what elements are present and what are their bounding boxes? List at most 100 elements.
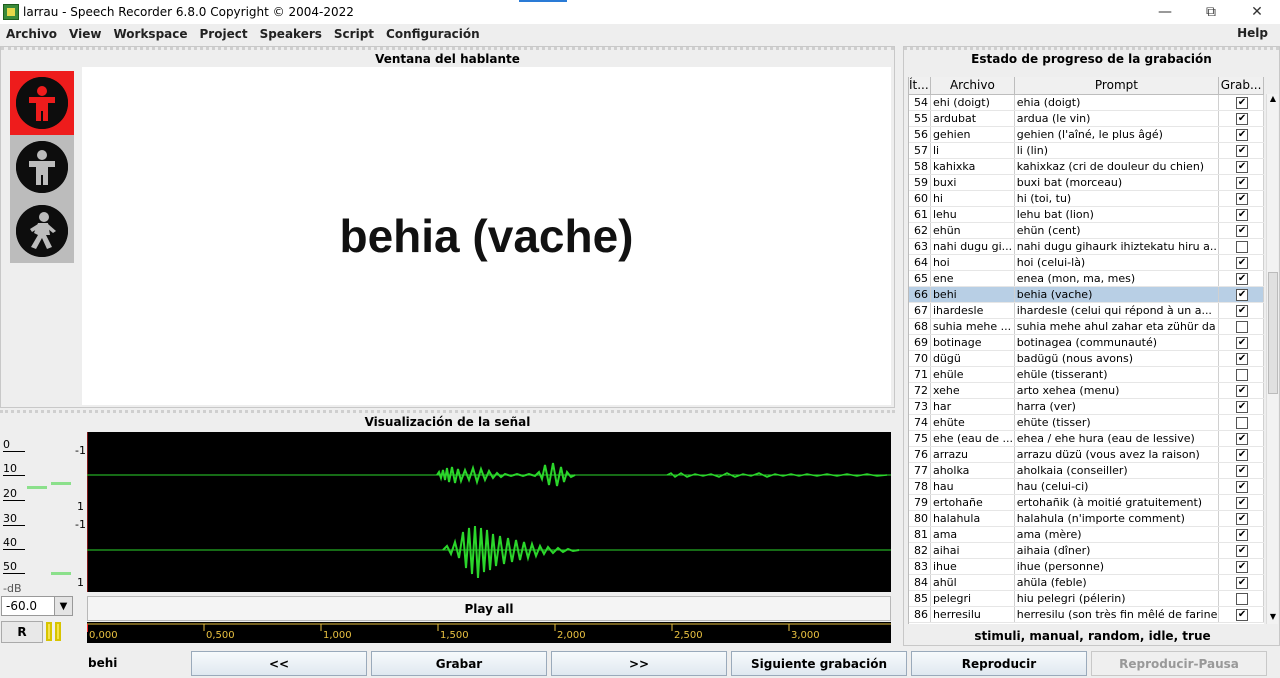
recorded-checkbox[interactable]: ✔ [1236, 512, 1249, 525]
col-archivo[interactable]: Archivo [931, 77, 1015, 94]
table-row[interactable]: 74 ehüte ehüte (tisser) [909, 415, 1264, 431]
recorded-checkbox[interactable]: ✔ [1236, 448, 1249, 461]
table-row[interactable]: 85 pelegri hiu pelegri (pélerin) [909, 591, 1264, 607]
table-row[interactable]: 57 li li (lin) ✔ [909, 143, 1264, 159]
col-item[interactable]: Ít... [909, 77, 931, 94]
minimize-button[interactable]: — [1142, 0, 1188, 24]
table-row[interactable]: 71 ehüle ehüle (tisserant) [909, 367, 1264, 383]
timeline-label: 0,000 [89, 630, 118, 641]
recorded-checkbox[interactable]: ✔ [1236, 576, 1249, 589]
db-threshold-select[interactable]: -60.0 ▼ [1, 596, 73, 616]
table-row[interactable]: 61 lehu lehu bat (lion) ✔ [909, 207, 1264, 223]
previous-button[interactable]: << [191, 651, 367, 676]
table-row[interactable]: 67 ihardesle ihardesle (celui qui répond à… [909, 303, 1264, 319]
recorded-checkbox[interactable]: ✔ [1236, 480, 1249, 493]
table-row[interactable]: 56 gehien gehien (l'aîné, le plus âgé) ✔ [909, 127, 1264, 143]
table-row[interactable]: 65 ene enea (mon, ma, mes) ✔ [909, 271, 1264, 287]
recorded-checkbox[interactable]: ✔ [1236, 272, 1249, 285]
scroll-up-icon[interactable]: ▲ [1267, 94, 1279, 106]
table-row[interactable]: 68 suhia mehe ... suhia mehe ahul zahar et… [909, 319, 1264, 335]
table-row[interactable]: 76 arrazu arrazu düzü (vous avez la raison… [909, 447, 1264, 463]
waveform-display[interactable] [86, 432, 891, 592]
recorded-checkbox[interactable]: ✔ [1236, 128, 1249, 141]
col-prompt[interactable]: Prompt [1015, 77, 1220, 94]
recorded-checkbox[interactable]: ✔ [1236, 144, 1249, 157]
recorded-checkbox[interactable]: ✔ [1236, 560, 1249, 573]
menu-project[interactable]: Project [194, 27, 254, 41]
menu-workspace[interactable]: Workspace [107, 27, 193, 41]
recorded-checkbox[interactable]: ✔ [1236, 304, 1249, 317]
table-row[interactable]: 80 halahula halahula (n'importe comment) ✔ [909, 511, 1264, 527]
record-button[interactable]: Grabar [371, 651, 547, 676]
menu-speakers[interactable]: Speakers [254, 27, 328, 41]
recorded-checkbox[interactable]: ✔ [1236, 400, 1249, 413]
recorded-checkbox[interactable]: ✔ [1236, 432, 1249, 445]
table-row[interactable]: 73 har harra (ver) ✔ [909, 399, 1264, 415]
recorded-checkbox[interactable]: ✔ [1236, 384, 1249, 397]
recorded-checkbox[interactable]: ✔ [1236, 256, 1249, 269]
table-row[interactable]: 70 dügü badügü (nous avons) ✔ [909, 351, 1264, 367]
table-row[interactable]: 78 hau hau (celui-ci) ✔ [909, 479, 1264, 495]
maximize-button[interactable]: ⧉ [1188, 0, 1234, 24]
table-row[interactable]: 59 buxi buxi bat (morceau) ✔ [909, 175, 1264, 191]
col-grab[interactable]: Grab... [1219, 77, 1264, 94]
recorded-checkbox[interactable]: ✔ [1236, 112, 1249, 125]
table-row[interactable]: 81 ama ama (mère) ✔ [909, 527, 1264, 543]
menu-help[interactable]: Help [1231, 26, 1274, 40]
table-row[interactable]: 58 kahixka kahixkaz (cri de douleur du chi… [909, 159, 1264, 175]
scrollbar-thumb[interactable] [1268, 272, 1278, 394]
table-row[interactable]: 79 ertohañe ertohañik (à moitié gratuiteme… [909, 495, 1264, 511]
play-pause-button[interactable]: Reproducir-Pausa [1091, 651, 1267, 676]
table-row[interactable]: 60 hi hi (toi, tu) ✔ [909, 191, 1264, 207]
recorded-checkbox[interactable]: ✔ [1236, 608, 1249, 621]
table-row[interactable]: 75 ehe (eau de ... ehea / ehe hura (eau de… [909, 431, 1264, 447]
recorded-checkbox[interactable]: ✔ [1236, 336, 1249, 349]
table-row[interactable]: 62 ehün ehün (cent) ✔ [909, 223, 1264, 239]
recorded-checkbox[interactable]: ✔ [1236, 528, 1249, 541]
table-row[interactable]: 55 ardubat ardua (le vin) ✔ [909, 111, 1264, 127]
close-button[interactable]: ✕ [1234, 0, 1280, 24]
recorded-checkbox[interactable]: ✔ [1236, 496, 1249, 509]
recorded-checkbox[interactable]: ✔ [1236, 224, 1249, 237]
next-button[interactable]: >> [551, 651, 727, 676]
table-row[interactable]: 54 ehi (doigt) ehia (doigt) ✔ [909, 95, 1264, 111]
table-row[interactable]: 72 xehe arto xehea (menu) ✔ [909, 383, 1264, 399]
next-recording-button[interactable]: Siguiente grabación [731, 651, 907, 676]
table-row[interactable]: 86 herresilu herresilu (son très fin mêlé … [909, 607, 1264, 623]
play-button[interactable]: Reproducir [911, 651, 1087, 676]
reset-button[interactable]: R [1, 621, 43, 643]
play-all-button[interactable]: Play all [87, 596, 891, 621]
table-row[interactable]: 82 aihai aihaia (dîner) ✔ [909, 543, 1264, 559]
recorded-checkbox[interactable]: ✔ [1236, 192, 1249, 205]
menu-archivo[interactable]: Archivo [0, 27, 63, 41]
chevron-down-icon[interactable]: ▼ [54, 597, 72, 615]
recorded-checkbox[interactable]: ✔ [1236, 208, 1249, 221]
table-row[interactable]: 77 aholka aholkaia (conseiller) ✔ [909, 463, 1264, 479]
recorded-checkbox[interactable] [1236, 368, 1249, 381]
recorded-checkbox[interactable]: ✔ [1236, 288, 1249, 301]
recorded-checkbox[interactable]: ✔ [1236, 544, 1249, 557]
scroll-down-icon[interactable]: ▼ [1267, 612, 1279, 624]
recorded-checkbox[interactable] [1236, 240, 1249, 253]
table-row[interactable]: 63 nahi dugu gi... nahi dugu gihaurk ihizt… [909, 239, 1264, 255]
recorded-checkbox[interactable]: ✔ [1236, 160, 1249, 173]
table-row[interactable]: 66 behi behia (vache) ✔ [909, 287, 1264, 303]
recorded-checkbox[interactable] [1236, 320, 1249, 333]
recorded-checkbox[interactable]: ✔ [1236, 352, 1249, 365]
table-row[interactable]: 83 ihue ihue (personne) ✔ [909, 559, 1264, 575]
table-scrollbar[interactable]: ▲ ▼ [1266, 94, 1278, 624]
menu-script[interactable]: Script [328, 27, 380, 41]
menu-view[interactable]: View [63, 27, 107, 41]
recorded-checkbox[interactable] [1236, 416, 1249, 429]
timeline-ruler[interactable]: 0,000 0,500 1,000 1,500 2,000 2,500 3,00… [87, 622, 891, 643]
recorded-checkbox[interactable]: ✔ [1236, 96, 1249, 109]
progress-table[interactable]: Ít... Archivo Prompt Grab... 54 ehi (doig… [908, 77, 1264, 624]
menu-configuracion[interactable]: Configuración [380, 27, 486, 41]
table-row[interactable]: 84 ahül ahüla (feble) ✔ [909, 575, 1264, 591]
recorded-checkbox[interactable]: ✔ [1236, 176, 1249, 189]
recorded-checkbox[interactable]: ✔ [1236, 464, 1249, 477]
axis-label: 1 [77, 500, 84, 513]
table-row[interactable]: 69 botinage botinagea (communauté) ✔ [909, 335, 1264, 351]
recorded-checkbox[interactable] [1236, 592, 1249, 605]
table-row[interactable]: 64 hoi hoi (celui-là) ✔ [909, 255, 1264, 271]
